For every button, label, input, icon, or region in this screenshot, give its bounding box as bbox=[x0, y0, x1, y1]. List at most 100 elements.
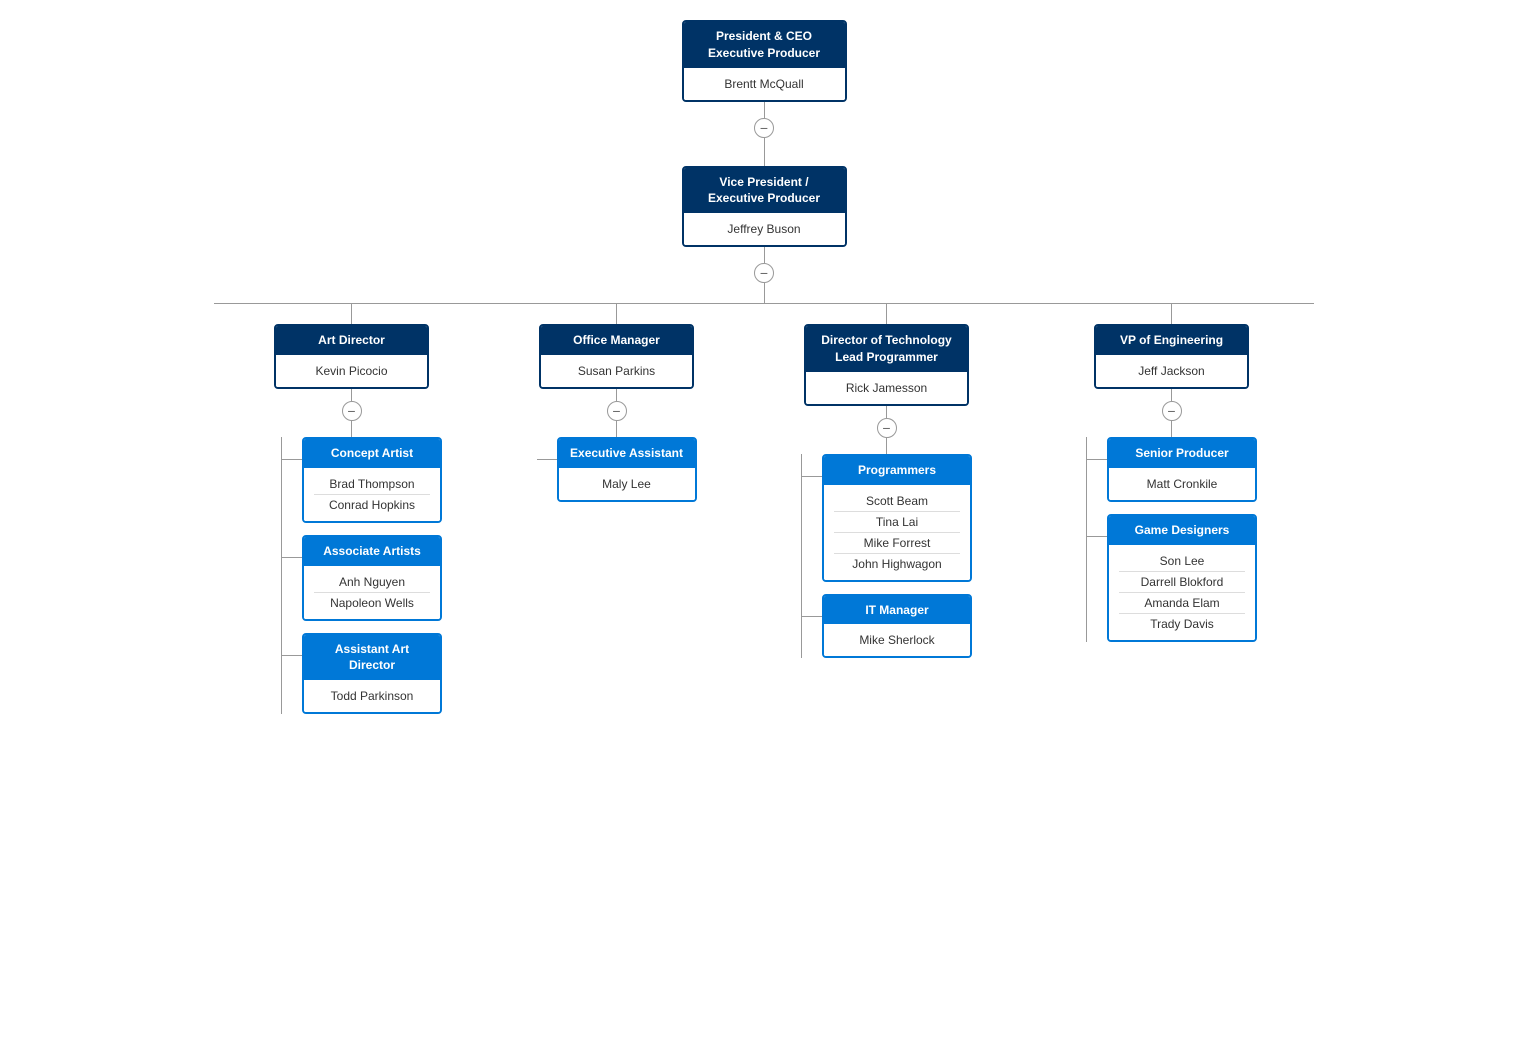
senior-prod-person: Matt Cronkile bbox=[1119, 474, 1245, 494]
prog-person-2: Tina Lai bbox=[834, 512, 960, 533]
ceo-person: Brentt McQuall bbox=[694, 74, 835, 94]
game-design-header: Game Designers bbox=[1109, 516, 1255, 545]
h-asst-art bbox=[282, 655, 302, 656]
vp-exec-body-main: Jeffrey Buson bbox=[684, 213, 845, 245]
game-design-person-1: Son Lee bbox=[1119, 551, 1245, 572]
game-design-body: Son Lee Darrell Blokford Amanda Elam Tra… bbox=[1109, 545, 1255, 640]
it-manager-row: IT Manager Mike Sherlock bbox=[802, 594, 972, 659]
game-design-person-3: Amanda Elam bbox=[1119, 593, 1245, 614]
office-manager-node: Office Manager Susan Parkins bbox=[539, 324, 694, 389]
vl-office1 bbox=[616, 304, 617, 324]
vl-tech3 bbox=[886, 438, 887, 454]
office-mgr-person: Susan Parkins bbox=[551, 361, 682, 381]
associate-header: Associate Artists bbox=[304, 537, 440, 566]
h-concept bbox=[282, 459, 302, 460]
top-nodes: President & CEOExecutive Producer Brentt… bbox=[20, 20, 1508, 714]
vp-eng-node: VP of Engineering Jeff Jackson bbox=[1094, 324, 1249, 389]
vl-art3 bbox=[351, 421, 352, 437]
art-dir-person: Kevin Picocio bbox=[286, 361, 417, 381]
game-designers-row: Game Designers Son Lee Darrell Blokford … bbox=[1087, 514, 1257, 642]
collapse-btn-1[interactable]: − bbox=[754, 118, 774, 138]
vline3 bbox=[764, 247, 765, 263]
vl-tech1 bbox=[886, 304, 887, 324]
prog-person-4: John Highwagon bbox=[834, 554, 960, 574]
vline2 bbox=[764, 138, 765, 166]
art-sub-container: Concept Artist Brad Thompson Conrad Hopk… bbox=[242, 437, 462, 714]
exec-asst-person: Maly Lee bbox=[569, 474, 685, 494]
vp-eng-header: VP of Engineering bbox=[1096, 326, 1247, 355]
ceo-header-main: President & CEOExecutive Producer bbox=[684, 22, 845, 68]
associate-person-2: Napoleon Wells bbox=[314, 593, 430, 613]
dir-tech-body: Rick Jamesson bbox=[806, 372, 967, 404]
dir-tech-header: Director of TechnologyLead Programmer bbox=[806, 326, 967, 372]
art-dir-branch: Art Director Kevin Picocio − bbox=[242, 304, 462, 714]
concept-artist-node: Concept Artist Brad Thompson Conrad Hopk… bbox=[302, 437, 442, 523]
vp-exec-header: Vice President /Executive Producer bbox=[684, 168, 845, 214]
office-mgr-header: Office Manager bbox=[541, 326, 692, 355]
vp-exec-main: Vice President /Executive Producer Jeffr… bbox=[682, 166, 847, 248]
vp-eng-person: Jeff Jackson bbox=[1106, 361, 1237, 381]
game-design-person-4: Trady Davis bbox=[1119, 614, 1245, 634]
asst-art-node: Assistant Art Director Todd Parkinson bbox=[302, 633, 442, 715]
prog-header: Programmers bbox=[824, 456, 970, 485]
vl-vpeng1 bbox=[1171, 304, 1172, 324]
senior-prod-header: Senior Producer bbox=[1109, 439, 1255, 468]
senior-prod-row: Senior Producer Matt Cronkile bbox=[1087, 437, 1257, 502]
concept-person-1: Brad Thompson bbox=[314, 474, 430, 495]
ceo-body-main: Brentt McQuall bbox=[684, 68, 845, 100]
game-designers-node: Game Designers Son Lee Darrell Blokford … bbox=[1107, 514, 1257, 642]
dir-tech-branch: Director of TechnologyLead Programmer Ri… bbox=[772, 304, 1002, 658]
vl-art2 bbox=[351, 389, 352, 401]
associate-row: Associate Artists Anh Nguyen Napoleon We… bbox=[282, 535, 442, 621]
vl-vpeng2 bbox=[1171, 389, 1172, 401]
programmers-node: Programmers Scott Beam Tina Lai Mike For… bbox=[822, 454, 972, 582]
h-associate bbox=[282, 557, 302, 558]
associate-body: Anh Nguyen Napoleon Wells bbox=[304, 566, 440, 619]
dir-tech-person: Rick Jamesson bbox=[816, 378, 957, 398]
asst-art-body: Todd Parkinson bbox=[304, 680, 440, 712]
vp-eng-body: Jeff Jackson bbox=[1096, 355, 1247, 387]
prog-person-3: Mike Forrest bbox=[834, 533, 960, 554]
collapse-art[interactable]: − bbox=[342, 401, 362, 421]
vl-office3 bbox=[616, 421, 617, 437]
it-person: Mike Sherlock bbox=[834, 630, 960, 650]
h-prog bbox=[802, 476, 822, 477]
art-director-node: Art Director Kevin Picocio bbox=[274, 324, 429, 389]
exec-assistant-node: Executive Assistant Maly Lee bbox=[557, 437, 697, 502]
art-dir-header: Art Director bbox=[276, 326, 427, 355]
concept-body: Brad Thompson Conrad Hopkins bbox=[304, 468, 440, 521]
vl-office2 bbox=[616, 389, 617, 401]
h-it bbox=[802, 616, 822, 617]
art-dir-body: Kevin Picocio bbox=[276, 355, 427, 387]
vp-exec-person: Jeffrey Buson bbox=[694, 219, 835, 239]
vl-tech2 bbox=[886, 406, 887, 418]
exec-asst-row: Executive Assistant Maly Lee bbox=[537, 437, 697, 502]
vline4 bbox=[764, 283, 765, 303]
associate-artists-node: Associate Artists Anh Nguyen Napoleon We… bbox=[302, 535, 442, 621]
vp-eng-branch: VP of Engineering Jeff Jackson − Senior … bbox=[1057, 304, 1287, 641]
office-mgr-branch: Office Manager Susan Parkins − Executive… bbox=[517, 304, 717, 502]
h-exec-asst bbox=[537, 459, 557, 460]
collapse-btn-2[interactable]: − bbox=[754, 263, 774, 283]
exec-asst-header: Executive Assistant bbox=[559, 439, 695, 468]
h-bar-main bbox=[214, 303, 1314, 304]
it-body: Mike Sherlock bbox=[824, 624, 970, 656]
programmers-row: Programmers Scott Beam Tina Lai Mike For… bbox=[802, 454, 972, 582]
collapse-office[interactable]: − bbox=[607, 401, 627, 421]
exec-asst-body: Maly Lee bbox=[559, 468, 695, 500]
tech-sub-nodes: Programmers Scott Beam Tina Lai Mike For… bbox=[801, 454, 972, 659]
prog-person-1: Scott Beam bbox=[834, 491, 960, 512]
four-cols: Art Director Kevin Picocio − bbox=[214, 304, 1314, 714]
senior-prod-body: Matt Cronkile bbox=[1109, 468, 1255, 500]
associate-person-1: Anh Nguyen bbox=[314, 572, 430, 593]
concept-header: Concept Artist bbox=[304, 439, 440, 468]
collapse-vpeng[interactable]: − bbox=[1162, 401, 1182, 421]
vpeng-sub-nodes: Senior Producer Matt Cronkile Game Desig… bbox=[1086, 437, 1257, 642]
ceo-node-main: President & CEOExecutive Producer Brentt… bbox=[682, 20, 847, 102]
collapse-tech[interactable]: − bbox=[877, 418, 897, 438]
office-mgr-body: Susan Parkins bbox=[541, 355, 692, 387]
asst-art-person: Todd Parkinson bbox=[314, 686, 430, 706]
it-header: IT Manager bbox=[824, 596, 970, 625]
asst-art-row: Assistant Art Director Todd Parkinson bbox=[282, 633, 442, 715]
prog-body: Scott Beam Tina Lai Mike Forrest John Hi… bbox=[824, 485, 970, 580]
